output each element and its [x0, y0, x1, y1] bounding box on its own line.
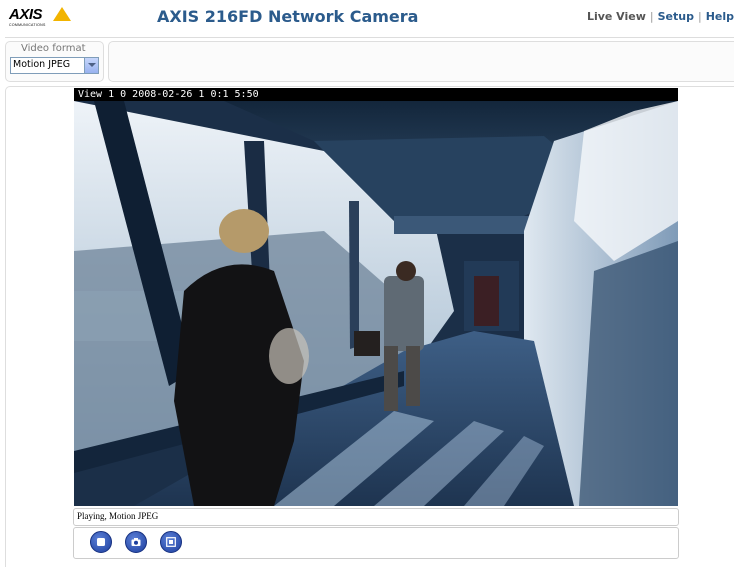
logo-triangle-icon — [53, 7, 71, 21]
video-overlay-text: View 1 0 2008-02-26 1 0:1 5:50 — [78, 89, 259, 100]
status-text: Playing, Motion JPEG — [77, 511, 159, 521]
snapshot-button[interactable] — [125, 531, 147, 553]
video-viewer[interactable]: View 1 0 2008-02-26 1 0:1 5:50 — [74, 88, 678, 506]
video-controls — [73, 527, 679, 559]
video-format-select[interactable]: Motion JPEG — [10, 57, 99, 74]
top-nav: Live View | Setup | Help — [587, 10, 734, 23]
nav-setup-link[interactable]: Setup — [658, 10, 694, 23]
snapshot-icon — [131, 538, 141, 546]
logo-wordmark: AXIS — [9, 6, 43, 23]
video-format-panel: Video format Motion JPEG — [5, 41, 104, 82]
header-divider — [5, 37, 734, 38]
stop-icon — [97, 538, 105, 546]
nav-live-view: Live View — [586, 10, 646, 23]
video-format-label: Video format — [21, 43, 86, 54]
live-video-image — [74, 101, 678, 506]
logo-subtext: COMMUNICATIONS — [9, 23, 46, 27]
page-title: AXIS 216FD Network Camera — [157, 7, 419, 26]
chevron-down-icon[interactable] — [84, 58, 98, 73]
stop-button[interactable] — [90, 531, 112, 553]
nav-separator: | — [649, 10, 654, 23]
nav-separator: | — [697, 10, 702, 23]
fullscreen-icon — [166, 537, 176, 547]
video-overlay-bar: View 1 0 2008-02-26 1 0:1 5:50 — [74, 88, 678, 101]
toolbar-panel — [108, 41, 734, 82]
status-bar: Playing, Motion JPEG — [73, 508, 679, 526]
axis-logo[interactable]: AXIS COMMUNICATIONS — [9, 6, 75, 30]
nav-help-link[interactable]: Help — [706, 10, 734, 23]
video-format-value: Motion JPEG — [13, 59, 71, 70]
fullscreen-button[interactable] — [160, 531, 182, 553]
